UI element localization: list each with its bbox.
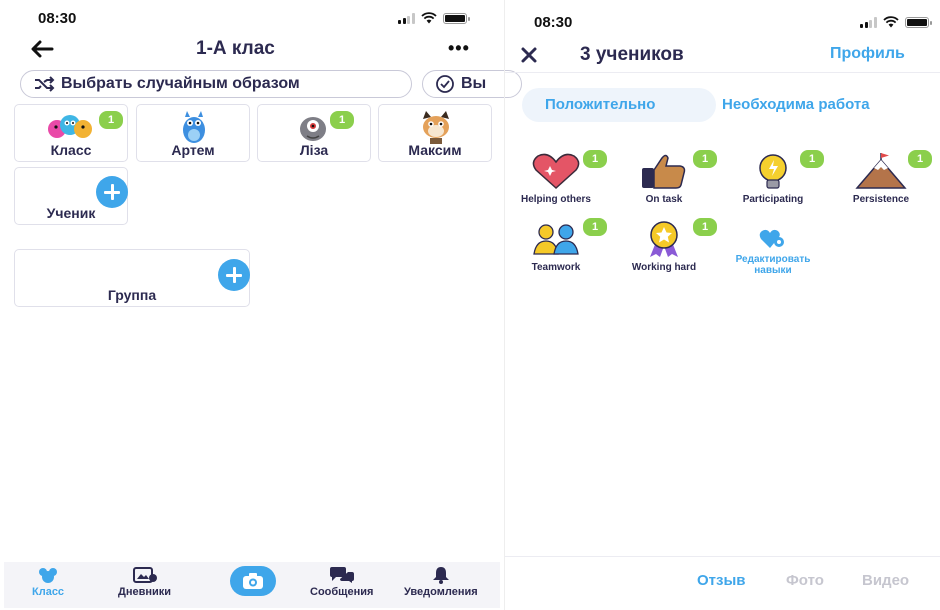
- header-divider: [505, 72, 940, 73]
- select-multiple-button[interactable]: Вы: [422, 70, 522, 98]
- tab-label: Уведомления: [404, 586, 478, 598]
- add-group-label: Группа: [107, 287, 157, 303]
- heart-gear-icon: [759, 229, 784, 248]
- portfolio-icon: [132, 567, 157, 583]
- student-tile-artem[interactable]: Артем: [136, 104, 250, 162]
- student-name: Артем: [171, 142, 215, 158]
- tab-notifications[interactable]: Уведомления: [404, 566, 478, 598]
- student-tile-liza[interactable]: 1 Ліза: [257, 104, 371, 162]
- status-icons: [398, 12, 470, 24]
- tab-needs-work[interactable]: Необходима работа: [722, 96, 870, 113]
- signal-icon: [860, 16, 877, 28]
- wifi-icon: [420, 12, 437, 24]
- tab-label: Дневники: [118, 586, 172, 598]
- select-multiple-label: Вы: [461, 75, 487, 92]
- teamwork-icon: [533, 224, 579, 255]
- add-student-label: Ученик: [46, 205, 96, 221]
- skill-label: Helping others: [520, 194, 591, 205]
- skill-label: Teamwork: [531, 262, 581, 273]
- wifi-icon: [882, 16, 899, 28]
- camera-icon: [243, 573, 263, 589]
- student-tile-class[interactable]: 1 Класс: [14, 104, 128, 162]
- random-select-button[interactable]: Выбрать случайным образом: [20, 70, 412, 98]
- selected-count-title: 3 учеников: [580, 44, 684, 65]
- profile-link[interactable]: Профиль: [830, 45, 905, 63]
- cat-monster-avatar: [423, 111, 449, 144]
- student-tile-maksim[interactable]: Максим: [378, 104, 492, 162]
- skill-label: Participating: [742, 194, 804, 205]
- skill-points-badge: 1: [798, 148, 826, 170]
- more-icon[interactable]: •••: [448, 38, 470, 59]
- heart-icon: [532, 153, 580, 190]
- points-badge: 1: [328, 109, 356, 131]
- skill-points-badge: 1: [691, 216, 719, 238]
- skill-label: On task: [645, 194, 683, 205]
- photo-tab[interactable]: Фото: [786, 572, 824, 589]
- feedback-tab[interactable]: Отзыв: [697, 572, 746, 589]
- add-group-button[interactable]: Группа: [14, 249, 250, 307]
- video-tab[interactable]: Видео: [862, 572, 909, 589]
- random-select-label: Выбрать случайным образом: [61, 75, 300, 92]
- mountain-flag-icon: [855, 153, 907, 189]
- light-bulb-icon: [759, 154, 787, 189]
- skill-points-badge: 1: [581, 216, 609, 238]
- back-arrow-icon[interactable]: [30, 40, 54, 58]
- student-name: Класс: [50, 142, 92, 158]
- bell-icon: [432, 567, 449, 584]
- camera-button[interactable]: [230, 566, 276, 596]
- screen-divider: [504, 0, 505, 610]
- skill-points-badge: 1: [581, 148, 609, 170]
- class-monsters-icon: [48, 115, 92, 138]
- battery-icon: [904, 16, 932, 28]
- skill-label: Working hard: [631, 262, 697, 273]
- close-icon[interactable]: [520, 46, 538, 64]
- add-student-button[interactable]: Ученик: [14, 167, 128, 225]
- status-icons: [860, 16, 932, 28]
- tab-positive[interactable]: Положительно: [545, 96, 655, 113]
- battery-icon: [442, 12, 470, 24]
- edit-skills-button[interactable]: Редактировать навыки: [718, 228, 828, 276]
- check-circle-icon: [436, 75, 454, 93]
- tab-messages[interactable]: Сообщения: [310, 566, 373, 598]
- points-badge: 1: [97, 109, 125, 131]
- plus-icon: [96, 176, 128, 208]
- tab-journals[interactable]: Дневники: [118, 566, 171, 598]
- gray-monster-avatar: [300, 117, 326, 141]
- thumbs-up-icon: [642, 154, 686, 189]
- class-icon: [39, 568, 58, 583]
- footer-divider: [505, 556, 940, 557]
- blue-monster-avatar: [183, 111, 205, 143]
- edit-skills-label: Редактировать навыки: [735, 254, 811, 276]
- status-time: 08:30: [534, 14, 573, 31]
- tab-label: Класс: [32, 586, 65, 598]
- student-name: Максим: [408, 142, 462, 158]
- messages-icon: [329, 567, 354, 583]
- signal-icon: [398, 12, 415, 24]
- class-title: 1-А клас: [196, 38, 275, 59]
- shuffle-icon: [35, 76, 55, 92]
- status-time: 08:30: [38, 10, 77, 27]
- skill-label: Persistence: [852, 194, 910, 205]
- skill-points-badge: 1: [906, 148, 934, 170]
- skill-points-badge: 1: [691, 148, 719, 170]
- tab-label: Сообщения: [310, 586, 374, 598]
- medal-icon: [650, 221, 678, 257]
- tab-class[interactable]: Класс: [32, 566, 64, 598]
- student-name: Ліза: [299, 142, 329, 158]
